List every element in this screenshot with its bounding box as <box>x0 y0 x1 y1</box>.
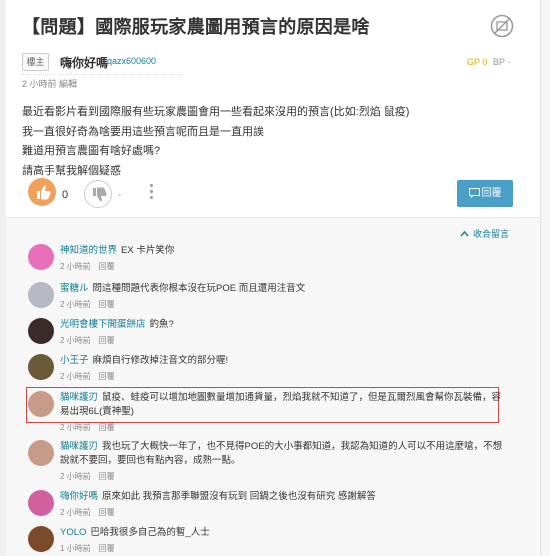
comment-reply-link[interactable]: 回覆 <box>99 336 115 345</box>
no-icon[interactable] <box>490 14 514 38</box>
comment-time: 2 小時前 <box>60 472 91 481</box>
avatar[interactable] <box>28 490 54 516</box>
comment-item: 神知道的世界 EX 卡片笑你 2 小時前 回覆 <box>28 244 508 278</box>
divider <box>22 74 182 75</box>
comment-author[interactable]: 嗨你好嗎 <box>60 491 98 502</box>
comment-text: 問這種問題代表你根本沒在玩POE 而且還用注音文 <box>92 283 306 294</box>
more-vertical-icon[interactable] <box>148 184 154 206</box>
reply-icon <box>468 188 480 198</box>
comment-text: 麻煩自行修改掉注音文的部分喔! <box>92 355 229 366</box>
thumb-up-icon <box>37 185 51 200</box>
thumb-down-icon <box>93 187 107 202</box>
comment-item: 嗨你好嗎 原來如此 我預言那季聯盟沒有玩到 回鍋之後也沒有研究 感謝解答 2 小時… <box>28 490 508 524</box>
comment-text: 我也玩了大概快一年了，也不見得POE的大小事都知道，我認為知道的人可以不用這麼嗆… <box>60 441 503 466</box>
comment-item: 貓咪護刃 我也玩了大概快一年了，也不見得POE的大小事都知道，我認為知道的人可以不… <box>28 440 508 486</box>
post-body-line: 我一直很好奇為啥要用這些預言呢而且是一直用誒 <box>22 125 264 138</box>
comment-reply-link[interactable]: 回覆 <box>99 262 115 271</box>
comment-reply-link[interactable]: 回覆 <box>99 544 115 553</box>
avatar[interactable] <box>28 440 54 466</box>
op-tag: 樓主 <box>22 53 49 71</box>
scrollbar-track[interactable] <box>540 0 550 556</box>
comment-text: 巴哈我很多自己為的暫_人士 <box>90 527 210 538</box>
comment-author[interactable]: 蜜糖ル <box>60 283 89 294</box>
comment-text: 釣魚? <box>149 319 174 330</box>
comment-reply-link[interactable]: 回覆 <box>99 300 115 309</box>
avatar[interactable] <box>28 244 54 270</box>
comment-reply-link[interactable]: 回覆 <box>99 472 115 481</box>
comment-author[interactable]: 神知道的世界 <box>60 245 117 256</box>
comment-item: 光明會樓下開蛋餅店 釣魚? 2 小時前 回覆 <box>28 318 508 352</box>
gp-count[interactable]: GP 0 <box>467 57 487 67</box>
reply-button-label: 回覆 <box>481 188 502 199</box>
avatar[interactable] <box>28 391 54 417</box>
comment-time: 2 小時前 <box>60 262 91 271</box>
author-id[interactable]: qazx600600 <box>107 56 156 66</box>
comment-author[interactable]: 光明會樓下開蛋餅店 <box>60 319 146 330</box>
author-row: 樓主 嗨你好嗎 qazx600600 GP 0 BP - <box>22 51 522 73</box>
comment-time: 2 小時前 <box>60 372 91 381</box>
comment-time: 1 小時前 <box>60 544 91 553</box>
comment-author[interactable]: 小王子 <box>60 355 89 366</box>
collapse-comments-link[interactable]: 收合留言 <box>460 227 509 240</box>
avatar[interactable] <box>28 282 54 308</box>
comment-time: 2 小時前 <box>60 300 91 309</box>
comment-author[interactable]: YOLO <box>60 527 86 538</box>
comment-item: 小王子 麻煩自行修改掉注音文的部分喔! 2 小時前 回覆 <box>28 354 508 388</box>
comment-text: 鼠疫、蛙疫可以增加地圖數量增加通貨量，烈焰我就不知道了，但是瓦爾烈風會幫你瓦裝備… <box>60 392 502 417</box>
avatar[interactable] <box>28 318 54 344</box>
comment-item: 蜜糖ル 問這種問題代表你根本沒在玩POE 而且還用注音文 2 小時前 回覆 <box>28 282 508 316</box>
comment-item: YOLO 巴哈我很多自己為的暫_人士 1 小時前 回覆 <box>28 526 508 556</box>
comment-time: 2 小時前 <box>60 508 91 517</box>
comment-text: 原來如此 我預言那季聯盟沒有玩到 回鍋之後也沒有研究 感謝解答 <box>102 491 376 502</box>
comment-time: 2 小時前 <box>60 423 91 432</box>
comment-author[interactable]: 貓咪護刃 <box>60 392 98 403</box>
comment-item: 貓咪護刃 鼠疫、蛙疫可以增加地圖數量增加通貨量，烈焰我就不知道了，但是瓦爾烈風會幫… <box>28 391 508 439</box>
like-count: 0 <box>62 189 69 201</box>
comment-reply-link[interactable]: 回覆 <box>99 423 115 432</box>
avatar[interactable] <box>28 354 54 380</box>
post-body-line: 最近看影片看到國際服有些玩家農圖會用一些看起來沒用的預言(比如:烈焰 鼠疫) <box>22 106 410 118</box>
author-name[interactable]: 嗨你好嗎 <box>60 54 108 71</box>
comment-reply-link[interactable]: 回覆 <box>99 372 115 381</box>
reply-button[interactable]: 回覆 <box>457 180 513 207</box>
comment-reply-link[interactable]: 回覆 <box>99 508 115 517</box>
post-body: 最近看影片看到國際服有些玩家農圖會用一些看起來沒用的預言(比如:烈焰 鼠疫) 我… <box>22 103 522 181</box>
comment-author[interactable]: 貓咪護刃 <box>60 441 98 452</box>
dislike-count: - <box>118 190 122 201</box>
post-body-line: 難道用預言農圖有啥好處嗎? <box>22 145 161 157</box>
post-body-line: 請高手幫我解個疑惑 <box>22 164 121 177</box>
chevron-up-icon <box>460 230 469 237</box>
like-button[interactable] <box>28 178 56 206</box>
post-meta: 2 小時前 編輯 <box>22 79 78 89</box>
page-title: 【問題】國際服玩家農圖用預言的原因是啥 <box>22 17 370 37</box>
comment-text: EX 卡片笑你 <box>121 245 175 256</box>
comment-time: 2 小時前 <box>60 336 91 345</box>
bp-count[interactable]: BP - <box>493 57 510 67</box>
dislike-button[interactable] <box>84 180 112 208</box>
avatar[interactable] <box>28 526 54 552</box>
